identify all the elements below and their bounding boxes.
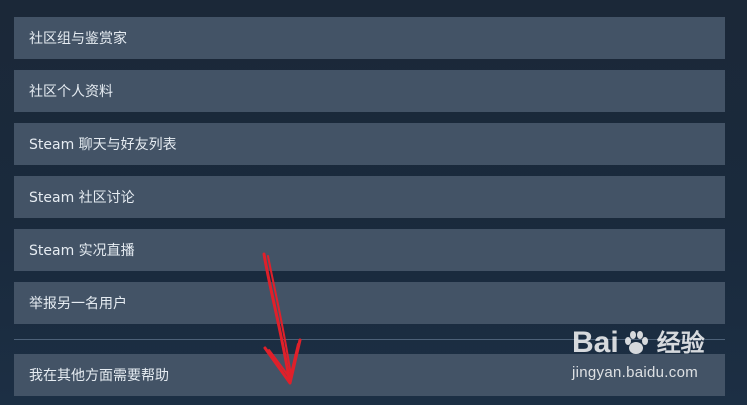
help-option-community-profile[interactable]: 社区个人资料 bbox=[14, 70, 725, 112]
help-option-label: 举报另一名用户 bbox=[29, 296, 127, 312]
watermark-logo-suffix: 经验 bbox=[656, 329, 705, 357]
help-option-report-user[interactable]: 举报另一名用户 bbox=[14, 282, 725, 324]
help-option-chat-friends[interactable]: Steam 聊天与好友列表 bbox=[14, 123, 725, 165]
paw-icon bbox=[624, 331, 648, 354]
help-options-list: 社区组与鉴赏家 社区个人资料 Steam 聊天与好友列表 Steam 社区讨论 … bbox=[14, 17, 725, 335]
help-option-label: Steam 实况直播 bbox=[29, 243, 135, 259]
help-option-label: 社区个人资料 bbox=[29, 84, 113, 100]
help-option-label: 我在其他方面需要帮助 bbox=[29, 368, 169, 384]
help-option-community-discussions[interactable]: Steam 社区讨论 bbox=[14, 176, 725, 218]
help-option-broadcasting[interactable]: Steam 实况直播 bbox=[14, 229, 725, 271]
help-option-label: Steam 社区讨论 bbox=[29, 190, 135, 206]
help-option-community-groups[interactable]: 社区组与鉴赏家 bbox=[14, 17, 725, 59]
watermark-logo: Bai 经验 bbox=[572, 326, 737, 360]
watermark-url: jingyan.baidu.com bbox=[572, 364, 699, 381]
help-option-label: Steam 聊天与好友列表 bbox=[29, 137, 177, 153]
help-option-label: 社区组与鉴赏家 bbox=[29, 31, 127, 47]
baidu-jingyan-watermark: Bai 经验 jingyan.baidu.com bbox=[572, 326, 737, 392]
watermark-logo-prefix: Bai bbox=[572, 326, 619, 359]
